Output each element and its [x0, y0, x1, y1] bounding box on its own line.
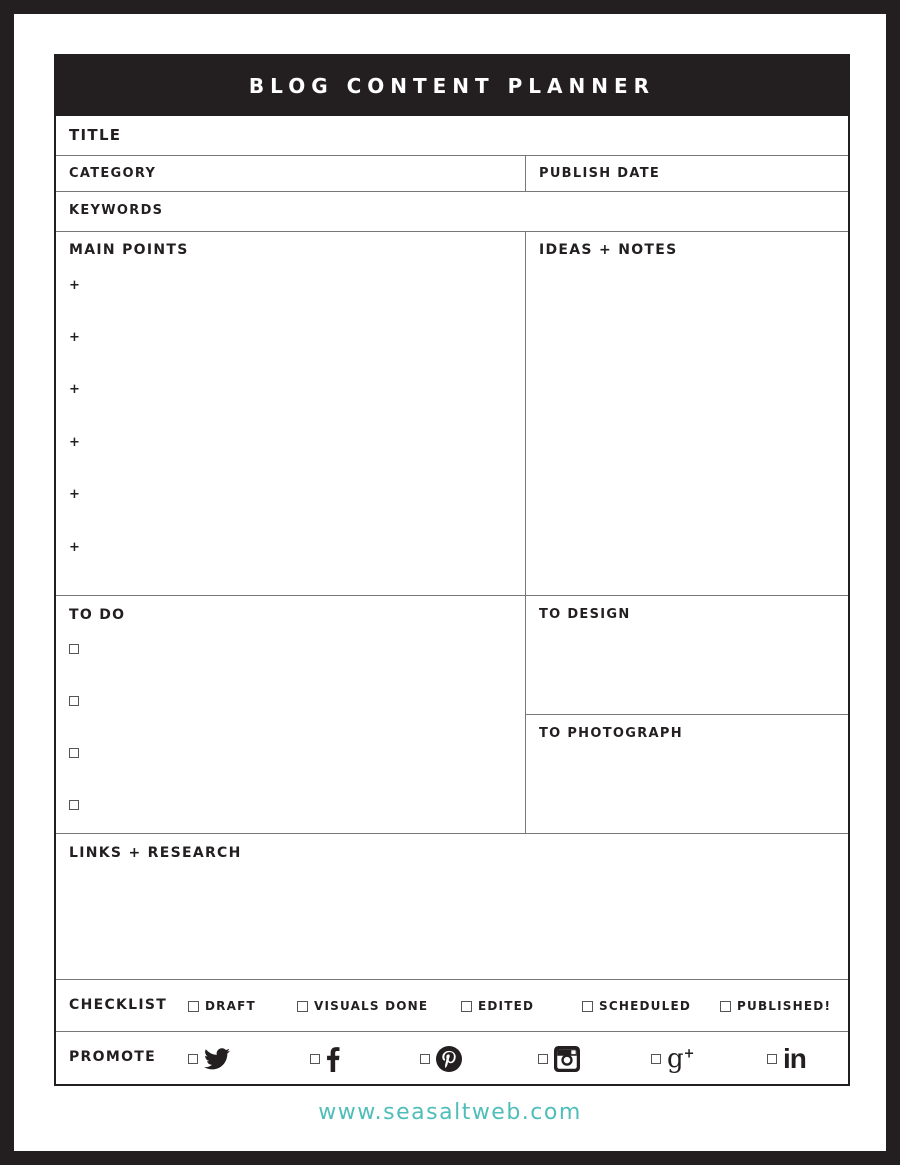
to-design-section[interactable]: TO DESIGN: [525, 596, 848, 715]
todo-checkbox[interactable]: [69, 800, 79, 810]
todo-checkbox[interactable]: [69, 644, 79, 654]
checkbox[interactable]: [651, 1053, 661, 1064]
checklist-item-visuals-done[interactable]: VISUALS DONE: [297, 980, 428, 1032]
page: BLOG CONTENT PLANNER TITLE CATEGORY PUBL…: [14, 14, 886, 1151]
publish-date-field[interactable]: PUBLISH DATE: [525, 156, 848, 192]
todo-label: TO DO: [69, 607, 126, 623]
checklist-item-scheduled[interactable]: SCHEDULED: [582, 980, 691, 1032]
linkedin-icon: in: [783, 1042, 807, 1074]
todo-checkbox[interactable]: [69, 696, 79, 706]
main-point-bullet: +: [69, 487, 80, 502]
promote-linkedin[interactable]: in: [767, 1032, 807, 1085]
to-design-label: TO DESIGN: [539, 607, 631, 622]
title-field[interactable]: TITLE: [56, 116, 848, 156]
checkbox[interactable]: [188, 1053, 198, 1064]
promote-row: PROMOTE g+ in: [56, 1032, 848, 1084]
main-point-bullet: +: [69, 330, 80, 345]
title-label: TITLE: [69, 126, 122, 144]
main-points-section[interactable]: MAIN POINTS + + + + + +: [56, 232, 525, 596]
checklist-row: CHECKLIST DRAFT VISUALS DONE EDITED SCHE…: [56, 980, 848, 1032]
footer-url[interactable]: www.seasaltweb.com: [0, 1100, 900, 1125]
checkbox[interactable]: [297, 1000, 308, 1012]
main-point-bullet: +: [69, 382, 80, 397]
checklist-item-draft[interactable]: DRAFT: [188, 980, 256, 1032]
main-point-bullet: +: [69, 435, 80, 450]
planner-form: BLOG CONTENT PLANNER TITLE CATEGORY PUBL…: [54, 54, 850, 1086]
ideas-notes-label: IDEAS + NOTES: [539, 242, 678, 258]
links-research-section[interactable]: LINKS + RESEARCH: [56, 834, 848, 980]
promote-facebook[interactable]: [310, 1032, 340, 1085]
todo-section[interactable]: TO DO: [56, 596, 525, 834]
checklist-item-label: PUBLISHED!: [737, 999, 832, 1013]
checklist-item-label: DRAFT: [205, 999, 256, 1013]
checkbox[interactable]: [720, 1000, 731, 1012]
main-points-label: MAIN POINTS: [69, 242, 189, 258]
to-photograph-label: TO PHOTOGRAPH: [539, 726, 683, 741]
checklist-item-edited[interactable]: EDITED: [461, 980, 534, 1032]
checkbox[interactable]: [767, 1053, 777, 1064]
facebook-icon: [327, 1046, 340, 1072]
checkbox[interactable]: [538, 1053, 548, 1064]
planner-title: BLOG CONTENT PLANNER: [56, 56, 848, 116]
twitter-icon: [204, 1047, 230, 1069]
checklist-item-label: SCHEDULED: [599, 999, 691, 1013]
google-plus-icon: g+: [667, 1043, 695, 1074]
promote-instagram[interactable]: [538, 1032, 580, 1085]
promote-twitter[interactable]: [188, 1032, 230, 1085]
instagram-icon: [554, 1045, 580, 1072]
publish-date-label: PUBLISH DATE: [539, 166, 661, 181]
promote-google-plus[interactable]: g+: [651, 1032, 695, 1085]
to-photograph-section[interactable]: TO PHOTOGRAPH: [525, 715, 848, 834]
category-label: CATEGORY: [69, 166, 157, 181]
checkbox[interactable]: [188, 1000, 199, 1012]
checkbox[interactable]: [420, 1053, 430, 1064]
keywords-field[interactable]: KEYWORDS: [56, 192, 848, 232]
promote-label: PROMOTE: [69, 1049, 156, 1065]
pinterest-icon: [436, 1045, 462, 1072]
promote-pinterest[interactable]: [420, 1032, 462, 1085]
todo-checkbox[interactable]: [69, 748, 79, 758]
main-point-bullet: +: [69, 278, 80, 293]
ideas-notes-section[interactable]: IDEAS + NOTES: [525, 232, 848, 596]
checklist-item-label: VISUALS DONE: [314, 999, 429, 1013]
keywords-label: KEYWORDS: [69, 203, 164, 218]
checklist-item-published[interactable]: PUBLISHED!: [720, 980, 831, 1032]
category-field[interactable]: CATEGORY: [56, 156, 525, 192]
checklist-label: CHECKLIST: [69, 997, 168, 1013]
checkbox[interactable]: [310, 1053, 320, 1064]
checklist-item-label: EDITED: [478, 999, 535, 1013]
checkbox[interactable]: [582, 1000, 593, 1012]
checkbox[interactable]: [461, 1000, 472, 1012]
main-point-bullet: +: [69, 540, 80, 555]
links-research-label: LINKS + RESEARCH: [69, 845, 242, 861]
